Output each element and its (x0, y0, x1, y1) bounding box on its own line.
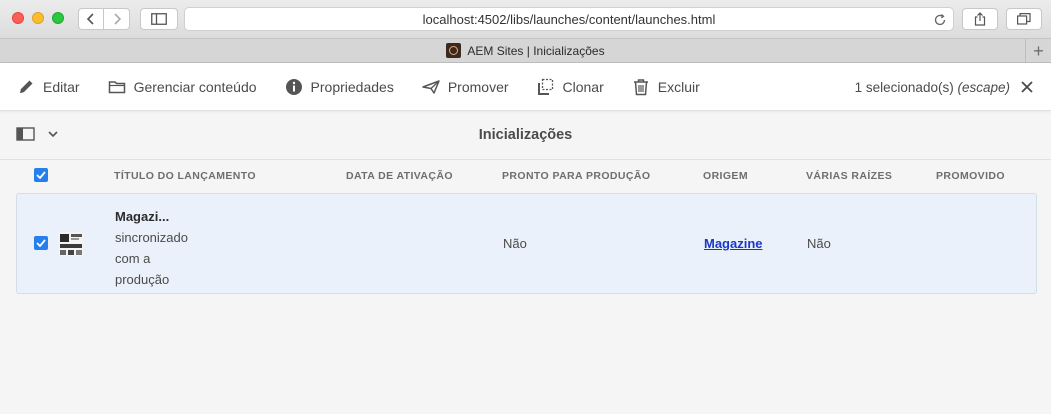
edit-button[interactable]: Editar (17, 78, 80, 96)
trash-icon (633, 78, 648, 95)
rail-icon (16, 127, 35, 141)
nav-buttons (78, 8, 130, 30)
browser-titlebar: localhost:4502/libs/launches/content/lau… (0, 0, 1051, 38)
table-header: TÍTULO DO LANÇAMENTO DATA DE ATIVAÇÃO PR… (0, 159, 1051, 192)
browser-sidebar-button[interactable] (140, 8, 178, 30)
sidebar-icon (151, 13, 167, 25)
multiple-roots-cell: Não (807, 236, 831, 251)
page-title: Inicializações (478, 127, 573, 143)
select-all-checkbox[interactable] (34, 168, 48, 182)
new-tab-button[interactable]: + (1025, 39, 1051, 63)
delete-button[interactable]: Excluir (632, 78, 700, 96)
share-icon (974, 12, 986, 26)
selection-hint: (escape) (957, 79, 1010, 95)
properties-button[interactable]: Propriedades (285, 78, 394, 96)
column-header-source[interactable]: ORIGEM (703, 170, 748, 182)
selection-status: 1 selecionado(s) (escape) (855, 63, 1034, 111)
copy-icon (537, 78, 553, 95)
window-controls (12, 12, 64, 24)
launch-title[interactable]: Magazi... (115, 206, 225, 227)
minimize-window-button[interactable] (32, 12, 44, 24)
tab-title-text: AEM Sites | Inicializações (467, 43, 605, 58)
reload-icon[interactable] (933, 13, 947, 27)
selection-count: 1 selecionado(s) (854, 79, 954, 95)
chevron-right-icon (113, 13, 121, 25)
column-header-production-ready[interactable]: PRONTO PARA PRODUÇÃO (502, 170, 650, 182)
send-icon (422, 79, 440, 94)
close-icon[interactable] (1020, 80, 1034, 94)
launch-status-line: com a (115, 251, 151, 266)
active-tab[interactable]: AEM Sites | Inicializações (446, 43, 605, 58)
content-header: Inicializações (0, 111, 1051, 159)
folder-icon (108, 80, 125, 93)
clone-label: Clonar (562, 78, 604, 95)
table-row[interactable]: Magazi... sincronizado com a produção Nã… (16, 193, 1037, 294)
address-bar[interactable]: localhost:4502/libs/launches/content/lau… (184, 7, 954, 31)
delete-label: Excluir (657, 78, 700, 95)
launch-status-line: produção (115, 272, 170, 287)
checkmark-icon (36, 171, 46, 179)
promote-button[interactable]: Promover (422, 78, 509, 96)
column-header-title[interactable]: TÍTULO DO LANÇAMENTO (114, 170, 256, 182)
page-thumbnail (59, 232, 83, 256)
info-icon (285, 78, 302, 95)
launch-title-cell: Magazi... sincronizado com a produção (115, 206, 225, 290)
row-checkbox[interactable] (34, 236, 48, 250)
column-header-multiple-roots[interactable]: VÁRIAS RAÍZES (806, 170, 892, 182)
production-ready-cell: Não (503, 236, 527, 251)
manage-content-label: Gerenciar conteúdo (133, 78, 257, 95)
source-link[interactable]: Magazine (704, 236, 763, 251)
rail-toggle-button[interactable] (16, 126, 58, 142)
aem-favicon-icon (446, 43, 462, 58)
tabs-icon (1017, 13, 1031, 25)
chevron-left-icon (86, 13, 94, 25)
checkmark-icon (36, 239, 46, 247)
tab-overview-button[interactable] (1006, 8, 1042, 30)
pencil-icon (20, 80, 33, 93)
chevron-down-icon (48, 131, 58, 138)
properties-label: Propriedades (310, 78, 394, 95)
edit-label: Editar (43, 78, 80, 95)
launch-status-line: sincronizado (115, 230, 188, 245)
browser-tab-bar: AEM Sites | Inicializações + (0, 38, 1051, 63)
maximize-window-button[interactable] (52, 12, 64, 24)
url-text: localhost:4502/libs/launches/content/lau… (422, 11, 716, 27)
promote-label: Promover (447, 78, 509, 95)
back-button[interactable] (78, 8, 104, 30)
forward-button[interactable] (104, 8, 130, 30)
close-window-button[interactable] (12, 12, 24, 24)
clone-button[interactable]: Clonar (537, 78, 604, 96)
column-header-promoted[interactable]: PROMOVIDO (936, 170, 1005, 182)
column-header-activation-date[interactable]: DATA DE ATIVAÇÃO (346, 170, 453, 182)
manage-content-button[interactable]: Gerenciar conteúdo (108, 78, 257, 96)
action-bar: Editar Gerenciar conteúdo Propriedades P… (0, 63, 1051, 111)
share-button[interactable] (962, 8, 998, 30)
